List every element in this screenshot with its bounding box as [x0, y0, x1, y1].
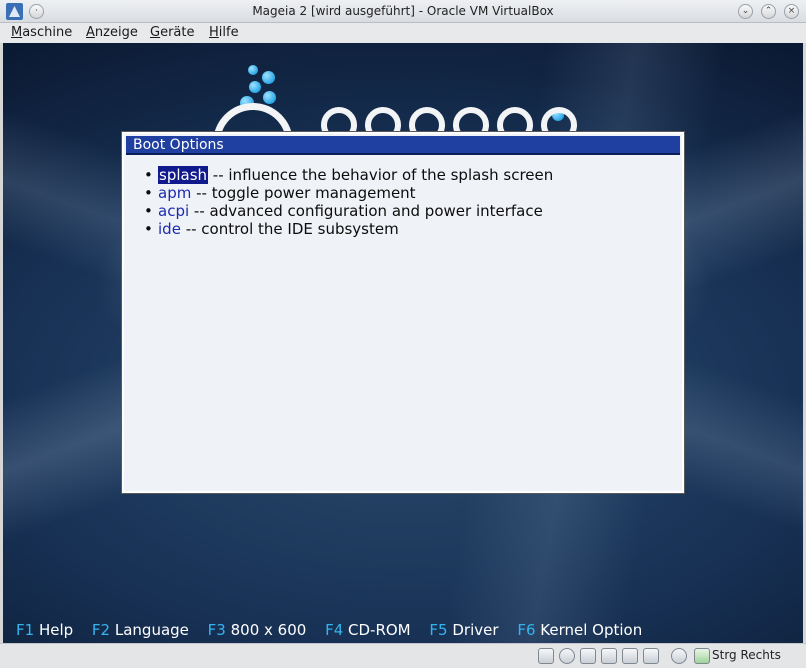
window-title: Mageia 2 [wird ausgeführt] - Oracle VM V…: [252, 4, 554, 18]
option-key[interactable]: apm: [158, 184, 191, 202]
boot-options-list: • splash -- influence the behavior of the…: [144, 166, 553, 238]
menu-hilfe[interactable]: Hilfe: [209, 25, 239, 40]
fkey-driver[interactable]: F5 Driver: [429, 621, 498, 639]
video-capture-icon[interactable]: [643, 648, 659, 664]
option-desc: -- control the IDE subsystem: [180, 220, 399, 238]
fkey-resolution[interactable]: F3 800 x 600: [208, 621, 307, 639]
dialog-title: Boot Options: [126, 136, 680, 155]
option-ide[interactable]: • ide -- control the IDE subsystem: [144, 220, 553, 238]
fkey-help[interactable]: F1 Help: [16, 621, 73, 639]
fkey-language[interactable]: F2 Language: [92, 621, 189, 639]
option-key[interactable]: splash: [158, 166, 209, 184]
host-key-icon: [694, 648, 710, 664]
cd-rom-icon[interactable]: [559, 648, 575, 664]
menu-anzeige[interactable]: Anzeige: [86, 25, 138, 40]
fkey-cdrom[interactable]: F4 CD-ROM: [325, 621, 411, 639]
menu-geraete[interactable]: Geräte: [150, 25, 194, 40]
option-key[interactable]: acpi: [158, 202, 189, 220]
function-key-bar: F1 Help F2 Language F3 800 x 600 F4 CD-R…: [16, 621, 656, 639]
statusbar: Strg Rechts: [0, 643, 806, 668]
maximize-icon[interactable]: ⌃: [761, 4, 776, 19]
boot-options-dialog: Boot Options • splash -- influence the be…: [121, 131, 685, 494]
window-titlebar: · Mageia 2 [wird ausgeführt] - Oracle VM…: [0, 0, 806, 23]
menubar: Maschine Anzeige Geräte Hilfe: [0, 23, 806, 43]
option-apm[interactable]: • apm -- toggle power management: [144, 184, 553, 202]
minimize-icon[interactable]: ⌄: [738, 4, 753, 19]
virtualization-icon[interactable]: [671, 648, 687, 664]
option-desc: -- toggle power management: [191, 184, 416, 202]
host-key-label: Strg Rechts: [712, 648, 781, 662]
close-icon[interactable]: ×: [784, 4, 799, 19]
fkey-kernel-option[interactable]: F6 Kernel Option: [517, 621, 642, 639]
shared-folders-icon[interactable]: [622, 648, 638, 664]
hard-disk-icon[interactable]: [538, 648, 554, 664]
menu-maschine[interactable]: Maschine: [11, 25, 72, 40]
option-acpi[interactable]: • acpi -- advanced configuration and powe…: [144, 202, 553, 220]
network-icon[interactable]: [601, 648, 617, 664]
option-key[interactable]: ide: [158, 220, 181, 238]
usb-icon[interactable]: [580, 648, 596, 664]
option-splash[interactable]: • splash -- influence the behavior of the…: [144, 166, 553, 184]
option-desc: -- advanced configuration and power inte…: [189, 202, 543, 220]
option-desc: -- influence the behavior of the splash …: [208, 166, 554, 184]
